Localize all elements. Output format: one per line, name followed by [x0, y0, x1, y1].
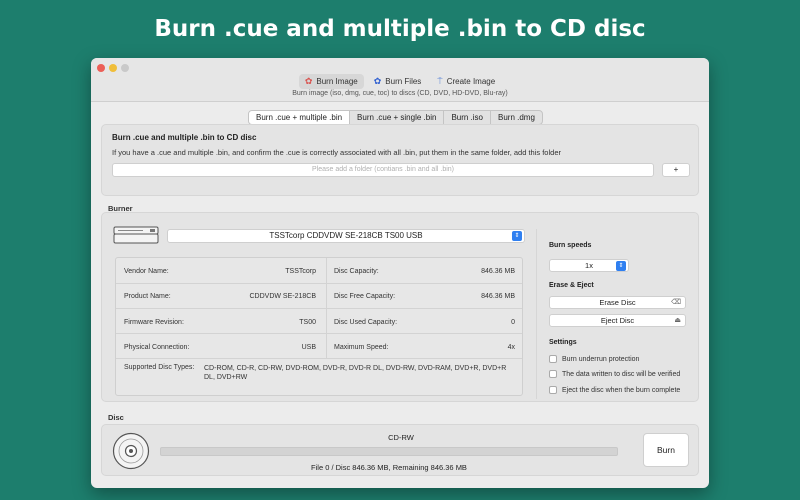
cue-panel-title: Burn .cue and multiple .bin to CD disc	[112, 133, 257, 142]
info-row-product: Product Name: CDDVDW SE-218CB	[124, 293, 316, 300]
erase-disc-button[interactable]: Erase Disc ⌫	[549, 296, 686, 309]
checkbox-label: The data written to disc will be verifie…	[562, 370, 681, 378]
info-label: Disc Used Capacity:	[334, 319, 398, 326]
app-window: ✿ Burn Image ✿ Burn Files ⍑ Create Image…	[91, 58, 709, 488]
settings-label: Settings	[549, 339, 577, 346]
info-value: USB	[301, 344, 316, 351]
burn-speeds-label: Burn speeds	[549, 242, 592, 249]
optical-drive-icon	[113, 226, 159, 244]
info-label: Physical Connection:	[124, 344, 190, 351]
info-row-max-speed: Maximum Speed: 4x	[334, 344, 515, 351]
info-row-used-capacity: Disc Used Capacity: 0	[334, 319, 515, 326]
burn-files-icon: ✿	[373, 76, 382, 86]
info-value: TS00	[299, 319, 316, 326]
checkbox-label: Burn underrun protection	[562, 355, 640, 363]
info-label: Firmware Revision:	[124, 319, 184, 326]
disc-section-label: Disc	[108, 413, 124, 422]
drive-info-table: Vendor Name: TSSTcorp Product Name: CDDV…	[115, 257, 523, 396]
tab-create-image-label: Create Image	[446, 77, 496, 86]
tab-burn-image[interactable]: ✿ Burn Image	[298, 74, 364, 89]
tab-burn-image-label: Burn Image	[316, 77, 358, 86]
disc-panel: CD-RW File 0 / Disc 846.36 MB, Remaining…	[101, 424, 699, 476]
info-label: Maximum Speed:	[334, 344, 389, 351]
cue-panel-description: If you have a .cue and multiple .bin, an…	[112, 148, 561, 157]
supported-disc-types: Supported Disc Types: CD-ROM, CD-R, CD-R…	[124, 364, 516, 382]
info-label: Vendor Name:	[124, 268, 169, 275]
tab-burn-files[interactable]: ✿ Burn Files	[368, 74, 428, 89]
burn-image-icon: ✿	[304, 76, 313, 86]
folder-input[interactable]: Please add a folder (contians .bin and a…	[112, 163, 654, 177]
info-row-firmware: Firmware Revision: TS00	[124, 319, 316, 326]
hero-title: Burn .cue and multiple .bin to CD disc	[154, 16, 646, 42]
window-controls	[97, 64, 129, 72]
segment-dmg[interactable]: Burn .dmg	[490, 111, 542, 124]
erase-eject-label: Erase & Eject	[549, 282, 594, 289]
info-value: 846.36 MB	[481, 268, 515, 275]
tab-burn-files-label: Burn Files	[385, 77, 422, 86]
erase-disc-label: Erase Disc	[599, 298, 636, 307]
segment-cue-multiple-bin[interactable]: Burn .cue + multiple .bin	[249, 111, 350, 124]
drive-select[interactable]: TSSTcorp CDDVDW SE-218CB TS00 USB ⇕	[167, 229, 525, 243]
info-row-connection: Physical Connection: USB	[124, 344, 316, 351]
checkbox-label: Eject the disc when the burn complete	[562, 386, 681, 394]
eject-after-burn-checkbox[interactable]: Eject the disc when the burn complete	[549, 386, 680, 394]
add-folder-button[interactable]: +	[662, 163, 690, 177]
create-image-icon: ⍑	[437, 76, 443, 86]
cue-panel: Burn .cue and multiple .bin to CD disc I…	[101, 124, 699, 196]
burner-settings-column: Burn speeds 1x ⇕ Erase & Eject Erase Dis…	[536, 229, 688, 399]
info-label: Product Name:	[124, 293, 171, 300]
info-row-capacity: Disc Capacity: 846.36 MB	[334, 268, 515, 275]
underrun-protection-checkbox[interactable]: Burn underrun protection	[549, 355, 639, 363]
info-value: 846.36 MB	[481, 293, 515, 300]
eject-disc-button[interactable]: Eject Disc ⏏	[549, 314, 686, 327]
zoom-window-button[interactable]	[121, 64, 129, 72]
burner-panel: TSSTcorp CDDVDW SE-218CB TS00 USB ⇕ Vend…	[101, 212, 699, 402]
title-bar: ✿ Burn Image ✿ Burn Files ⍑ Create Image…	[91, 58, 709, 102]
verify-data-checkbox[interactable]: The data written to disc will be verifie…	[549, 370, 680, 378]
info-label: Disc Capacity:	[334, 268, 379, 275]
checkbox-box[interactable]	[549, 386, 557, 394]
select-arrows-icon: ⇕	[616, 261, 626, 271]
burn-button[interactable]: Burn	[643, 433, 689, 467]
burn-progress-bar	[160, 447, 618, 456]
segment-cue-single-bin[interactable]: Burn .cue + single .bin	[349, 111, 443, 124]
info-value: CDDVDW SE-218CB	[249, 293, 316, 300]
checkbox-box[interactable]	[549, 370, 557, 378]
supported-value: CD-ROM, CD-R, CD-RW, DVD-ROM, DVD-R, DVD…	[204, 365, 507, 381]
checkbox-box[interactable]	[549, 355, 557, 363]
eject-disc-label: Eject Disc	[600, 316, 635, 325]
burn-speed-select[interactable]: 1x ⇕	[549, 259, 629, 272]
close-window-button[interactable]	[97, 64, 105, 72]
info-value: 0	[511, 319, 515, 326]
erase-icon: ⌫	[671, 299, 681, 306]
info-row-free-capacity: Disc Free Capacity: 846.36 MB	[334, 293, 515, 300]
info-value: TSSTcorp	[285, 268, 316, 275]
info-value: 4x	[507, 344, 515, 351]
minimize-window-button[interactable]	[109, 64, 117, 72]
mode-segmented-control: Burn .cue + multiple .bin Burn .cue + si…	[248, 110, 543, 125]
select-arrows-icon: ⇕	[512, 231, 522, 241]
drive-select-value: TSSTcorp CDDVDW SE-218CB TS00 USB	[269, 231, 423, 240]
toolbar-tabs: ✿ Burn Image ✿ Burn Files ⍑ Create Image	[91, 74, 709, 89]
tab-create-image[interactable]: ⍑ Create Image	[431, 74, 501, 89]
info-row-vendor: Vendor Name: TSSTcorp	[124, 268, 316, 275]
segment-iso[interactable]: Burn .iso	[443, 111, 490, 124]
disc-type: CD-RW	[388, 433, 414, 442]
info-label: Disc Free Capacity:	[334, 293, 396, 300]
supported-label: Supported Disc Types:	[124, 364, 195, 371]
burn-speed-value: 1x	[585, 261, 593, 270]
eject-icon: ⏏	[674, 317, 681, 324]
disc-status: File 0 / Disc 846.36 MB, Remaining 846.3…	[311, 463, 467, 472]
toolbar-subtitle: Burn image (iso, dmg, cue, toc) to discs…	[292, 90, 508, 97]
